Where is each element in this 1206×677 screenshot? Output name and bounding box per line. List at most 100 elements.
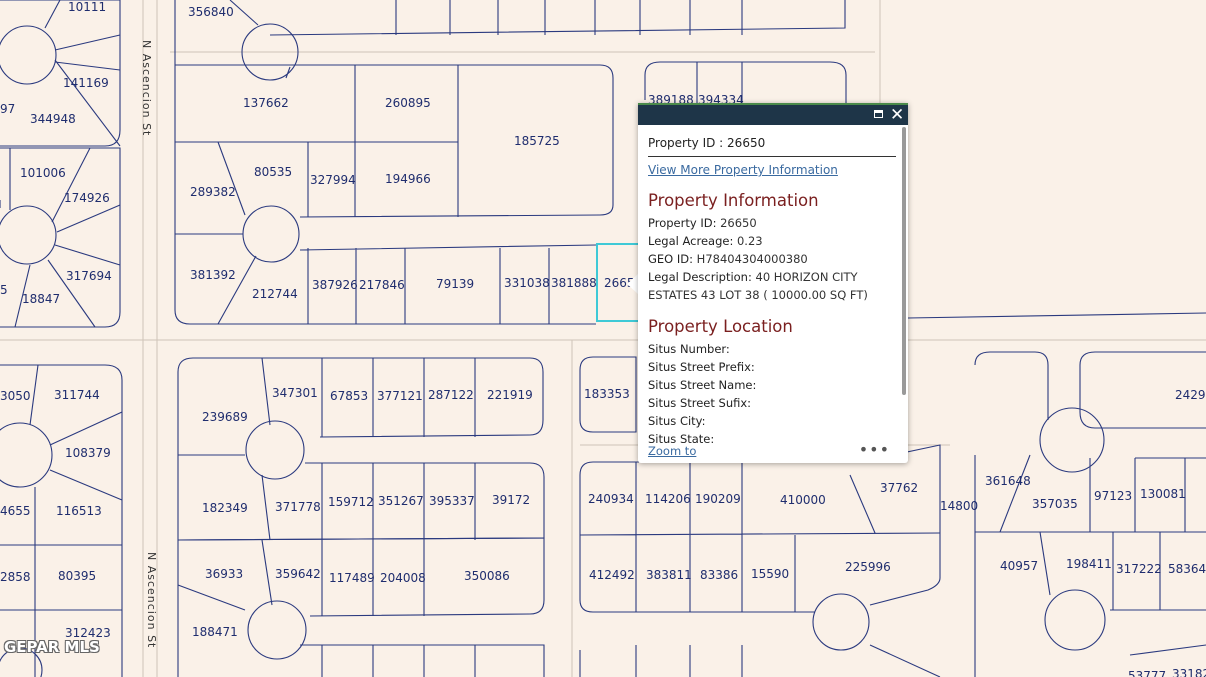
parcel-label: 331038 [504, 276, 550, 290]
parcel-label: 141169 [63, 76, 109, 90]
parcel-label: 137662 [243, 96, 289, 110]
popup-pointer [627, 274, 638, 294]
parcel-label: 327994 [310, 173, 356, 187]
parcel-label: 2858 [0, 570, 31, 584]
parcel-label: 80535 [254, 165, 292, 179]
parcel-label: 221919 [487, 388, 533, 402]
parcel-label: 387926 [312, 278, 358, 292]
parcel-label: 37762 [880, 481, 918, 495]
parcel-label: 182349 [202, 501, 248, 515]
parcel-label: 356840 [188, 5, 234, 19]
parcel-label: 108379 [65, 446, 111, 460]
parcel-label: 114206 [645, 492, 691, 506]
parcel-label: 53777 [1128, 669, 1166, 677]
parcel-label: 217846 [359, 278, 405, 292]
parcel-label: 33182 [1172, 667, 1206, 677]
parcel-label: 204008 [380, 571, 426, 585]
parcel-map[interactable]: N Ascencion St N Ascencion St 10111 3568… [0, 0, 1206, 677]
property-information-heading: Property Information [648, 191, 819, 210]
parcel-label: 185725 [514, 134, 560, 148]
parcel-label: 97 [0, 102, 15, 116]
parcel-label: 412492 [589, 568, 635, 582]
parcel-labels: 10111 356840 141169 344948 101006 174926… [0, 0, 1206, 677]
street-label-n-ascencion-top: N Ascencion St [140, 40, 153, 136]
parcel-label: 357035 [1032, 497, 1078, 511]
popup-footer: Zoom to ••• [648, 440, 900, 460]
parcel-label: 15590 [751, 567, 789, 581]
location-row: Situs Street Prefix: [648, 360, 755, 374]
ellipsis-icon[interactable]: ••• [859, 440, 890, 459]
parcel-label: 351267 [378, 494, 424, 508]
location-row: Situs Number: [648, 342, 730, 356]
parcel-label: 2429 [1175, 388, 1206, 402]
parcel-label: 130081 [1140, 487, 1186, 501]
parcel-label: 260895 [385, 96, 431, 110]
parcel-label: 225996 [845, 560, 891, 574]
parcel-label: 190209 [695, 492, 741, 506]
info-row: Legal Acreage: 0.23 [648, 234, 763, 248]
parcel-label: 5 [0, 283, 8, 297]
parcel-label: 116513 [56, 504, 102, 518]
parcel-label: 83386 [700, 568, 738, 582]
parcel-label: 174926 [64, 191, 110, 205]
info-row: Property ID: 26650 [648, 216, 757, 230]
parcel-label: 383811 [646, 568, 692, 582]
location-row: Situs City: [648, 414, 706, 428]
parcel-label: 79139 [436, 277, 474, 291]
parcel-label: 80395 [58, 569, 96, 583]
parcel-label: 36933 [205, 567, 243, 581]
parcel-label: 239689 [202, 410, 248, 424]
parcel-label: 317222 [1116, 562, 1162, 576]
parcel-label: 183353 [584, 387, 630, 401]
parcel-label: 39172 [492, 493, 530, 507]
parcel-label: 198411 [1066, 557, 1112, 571]
info-row: GEO ID: H78404304000380 [648, 252, 808, 266]
parcel-label: 188471 [192, 625, 238, 639]
info-row: ESTATES 43 LOT 38 ( 10000.00 SQ FT) [648, 288, 868, 302]
watermark-logo: GEPAR MLS [4, 638, 100, 656]
title-divider [648, 156, 896, 157]
parcel-label: 350086 [464, 569, 510, 583]
parcel-label: 101006 [20, 166, 66, 180]
parcel-label: 289382 [190, 185, 236, 199]
parcel-label: 344948 [30, 112, 76, 126]
parcel-label: 18847 [22, 292, 60, 306]
parcel-label: 371778 [275, 500, 321, 514]
parcel-label: 117489 [329, 571, 375, 585]
street-label-n-ascencion-bottom: N Ascencion St [145, 552, 158, 648]
parcel-label: 159712 [328, 495, 374, 509]
parcel-label: 3050 [0, 389, 31, 403]
parcel-label: 97123 [1094, 489, 1132, 503]
parcel-label: 4655 [0, 504, 31, 518]
parcel-label: 212744 [252, 287, 298, 301]
location-row: Situs Street Sufix: [648, 396, 752, 410]
parcel-label: 395337 [429, 494, 475, 508]
parcel-label: 14800 [940, 499, 978, 513]
popup-content: Property ID : 26650 View More Property I… [648, 125, 900, 445]
parcel-label: 10111 [68, 0, 106, 14]
parcel-label: 67853 [330, 389, 368, 403]
parcel-label: 317694 [66, 269, 112, 283]
parcel-label: 381888 [551, 276, 597, 290]
property-location-heading: Property Location [648, 317, 793, 336]
view-more-property-link[interactable]: View More Property Information [648, 163, 838, 177]
parcel-label: 381392 [190, 268, 236, 282]
parcel-label: 347301 [272, 386, 318, 400]
parcel-label: 194966 [385, 172, 431, 186]
parcel-label: 361648 [985, 474, 1031, 488]
popup-scrollbar[interactable] [902, 127, 906, 395]
parcel-label: 359642 [275, 567, 321, 581]
maximize-icon[interactable] [872, 108, 886, 122]
location-row: Situs Street Name: [648, 378, 757, 392]
parcel-label: 240934 [588, 492, 634, 506]
close-icon[interactable]: ✕ [890, 107, 904, 124]
zoom-to-link[interactable]: Zoom to [648, 444, 696, 458]
parcel-label: 311744 [54, 388, 100, 402]
info-row: Legal Description: 40 HORIZON CITY [648, 270, 858, 284]
popup-titlebar: ✕ [638, 103, 908, 125]
parcel-label: 377121 [377, 389, 423, 403]
parcel-label: 58364 [1168, 562, 1206, 576]
parcel-label: 287122 [428, 388, 474, 402]
parcel-label: 40957 [1000, 559, 1038, 573]
property-id-title: Property ID : 26650 [648, 136, 766, 150]
